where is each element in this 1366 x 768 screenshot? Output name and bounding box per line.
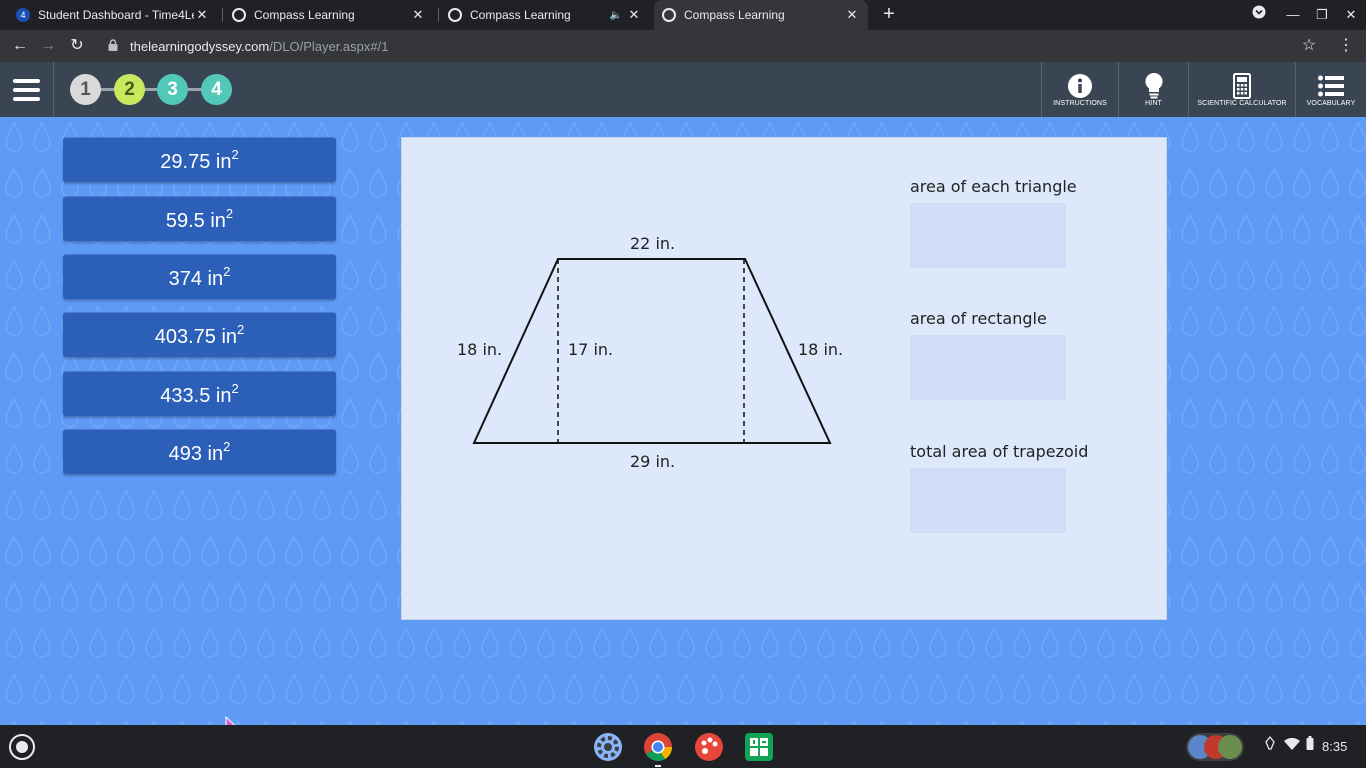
hamburger-menu-icon[interactable] <box>0 62 54 117</box>
activity-header: 1 2 3 4 Instructions Hint Scientific Cal… <box>0 62 1366 117</box>
tab-title: Compass Learning <box>470 8 571 22</box>
stylus-icon[interactable] <box>1264 725 1276 768</box>
tab-divider <box>222 8 223 22</box>
paint-icon[interactable] <box>694 732 724 762</box>
browser-tab[interactable]: 4 Student Dashboard - Time4Learning ✕ <box>8 0 218 30</box>
browser-tab-active[interactable]: Compass Learning ✕ <box>654 0 868 30</box>
tab-title: Student Dashboard - Time4Learning <box>38 8 194 22</box>
tab-title: Compass Learning <box>254 8 355 22</box>
triangle-area-label: area of each triangle <box>910 177 1077 196</box>
minimize-icon[interactable]: — <box>1279 0 1307 30</box>
total-area-label: total area of trapezoid <box>910 442 1089 461</box>
rectangle-area-drop-zone[interactable] <box>910 335 1066 400</box>
chrome-icon[interactable] <box>643 732 673 767</box>
globe-icon <box>662 8 676 22</box>
step-connector <box>84 88 216 91</box>
holding-space-tray[interactable] <box>1186 733 1244 761</box>
info-icon <box>1042 72 1118 100</box>
height-label: 17 in. <box>568 340 614 359</box>
lightbulb-icon <box>1119 72 1188 100</box>
bottom-base-label: 29 in. <box>630 452 676 471</box>
back-icon[interactable]: ← <box>8 34 32 58</box>
os-shelf: 8:35 <box>0 725 1366 768</box>
settings-icon[interactable] <box>593 732 623 762</box>
close-tab-icon[interactable]: ✕ <box>844 7 860 23</box>
answer-choice[interactable]: 403.75 in2 <box>63 312 336 357</box>
browser-tab[interactable]: Compass Learning 🔈 ✕ <box>440 0 650 30</box>
instructions-button[interactable]: Instructions <box>1041 62 1118 117</box>
step-1[interactable]: 1 <box>70 74 101 105</box>
tray-thumbnail-icon <box>1218 735 1242 759</box>
close-tab-icon[interactable]: ✕ <box>626 7 642 23</box>
answer-choice[interactable]: 433.5 in2 <box>63 371 336 416</box>
running-indicator <box>655 765 661 767</box>
step-3[interactable]: 3 <box>157 74 188 105</box>
calculator-icon <box>1189 72 1295 100</box>
url-host: thelearningodyssey.com <box>130 38 270 54</box>
lock-icon <box>108 38 122 54</box>
step-4[interactable]: 4 <box>201 74 232 105</box>
close-tab-icon[interactable]: ✕ <box>194 7 210 23</box>
url-path: /DLO/Player.aspx#/1 <box>269 38 389 54</box>
answer-choice[interactable]: 493 in2 <box>63 429 336 474</box>
more-menu-icon[interactable]: ⋮ <box>1336 34 1356 58</box>
new-tab-icon[interactable]: + <box>878 3 900 25</box>
step-2-current[interactable]: 2 <box>114 74 145 105</box>
browser-tab-strip: 4 Student Dashboard - Time4Learning ✕ Co… <box>0 0 1366 30</box>
address-bar[interactable]: thelearningodyssey.com/DLO/Player.aspx#/… <box>100 32 1330 60</box>
answer-choice[interactable]: 29.75 in2 <box>63 137 336 182</box>
hint-label: Hint <box>1145 100 1162 107</box>
right-side-label: 18 in. <box>798 340 844 359</box>
problem-panel: 22 in. 18 in. 17 in. 18 in. 29 in. area … <box>401 137 1167 620</box>
reload-icon[interactable]: ↻ <box>65 34 89 58</box>
instructions-label: Instructions <box>1053 100 1107 107</box>
time4learning-favicon-icon: 4 <box>16 8 30 22</box>
close-window-icon[interactable]: ✕ <box>1337 0 1365 30</box>
tab-title: Compass Learning <box>684 8 785 22</box>
bookmark-star-icon[interactable]: ☆ <box>1298 34 1320 58</box>
globe-icon <box>232 8 246 22</box>
speaker-icon[interactable]: 🔈 <box>606 10 626 21</box>
globe-icon <box>448 8 462 22</box>
wifi-icon[interactable] <box>1284 725 1300 768</box>
battery-icon[interactable] <box>1306 725 1314 768</box>
answer-choice[interactable]: 59.5 in2 <box>63 196 336 241</box>
sheets-icon[interactable] <box>744 732 774 762</box>
scientific-calculator-button[interactable]: Scientific Calculator <box>1188 62 1295 117</box>
browser-toolbar: ← → ↻ thelearningodyssey.com/DLO/Player.… <box>0 30 1366 62</box>
system-clock[interactable]: 8:35 <box>1322 725 1347 768</box>
restore-icon[interactable]: ❐ <box>1308 0 1336 30</box>
top-base-label: 22 in. <box>630 234 676 253</box>
browser-tab[interactable]: Compass Learning ✕ <box>224 0 434 30</box>
left-side-label: 18 in. <box>457 340 503 359</box>
triangle-area-drop-zone[interactable] <box>910 203 1066 268</box>
close-tab-icon[interactable]: ✕ <box>410 7 426 23</box>
answer-choice[interactable]: 374 in2 <box>63 254 336 299</box>
rectangle-area-label: area of rectangle <box>910 309 1047 328</box>
vocabulary-label: Vocabulary <box>1306 100 1356 107</box>
hint-button[interactable]: Hint <box>1118 62 1188 117</box>
tab-search-icon[interactable] <box>1245 0 1273 30</box>
launcher-icon[interactable] <box>9 734 35 760</box>
calculator-label: Scientific Calculator <box>1197 100 1287 107</box>
vocabulary-button[interactable]: Vocabulary <box>1295 62 1366 117</box>
tab-divider <box>438 8 439 22</box>
trapezoid-outline <box>472 258 832 444</box>
total-area-drop-zone[interactable] <box>910 468 1066 533</box>
forward-icon[interactable]: → <box>36 34 60 58</box>
list-icon <box>1296 72 1366 100</box>
